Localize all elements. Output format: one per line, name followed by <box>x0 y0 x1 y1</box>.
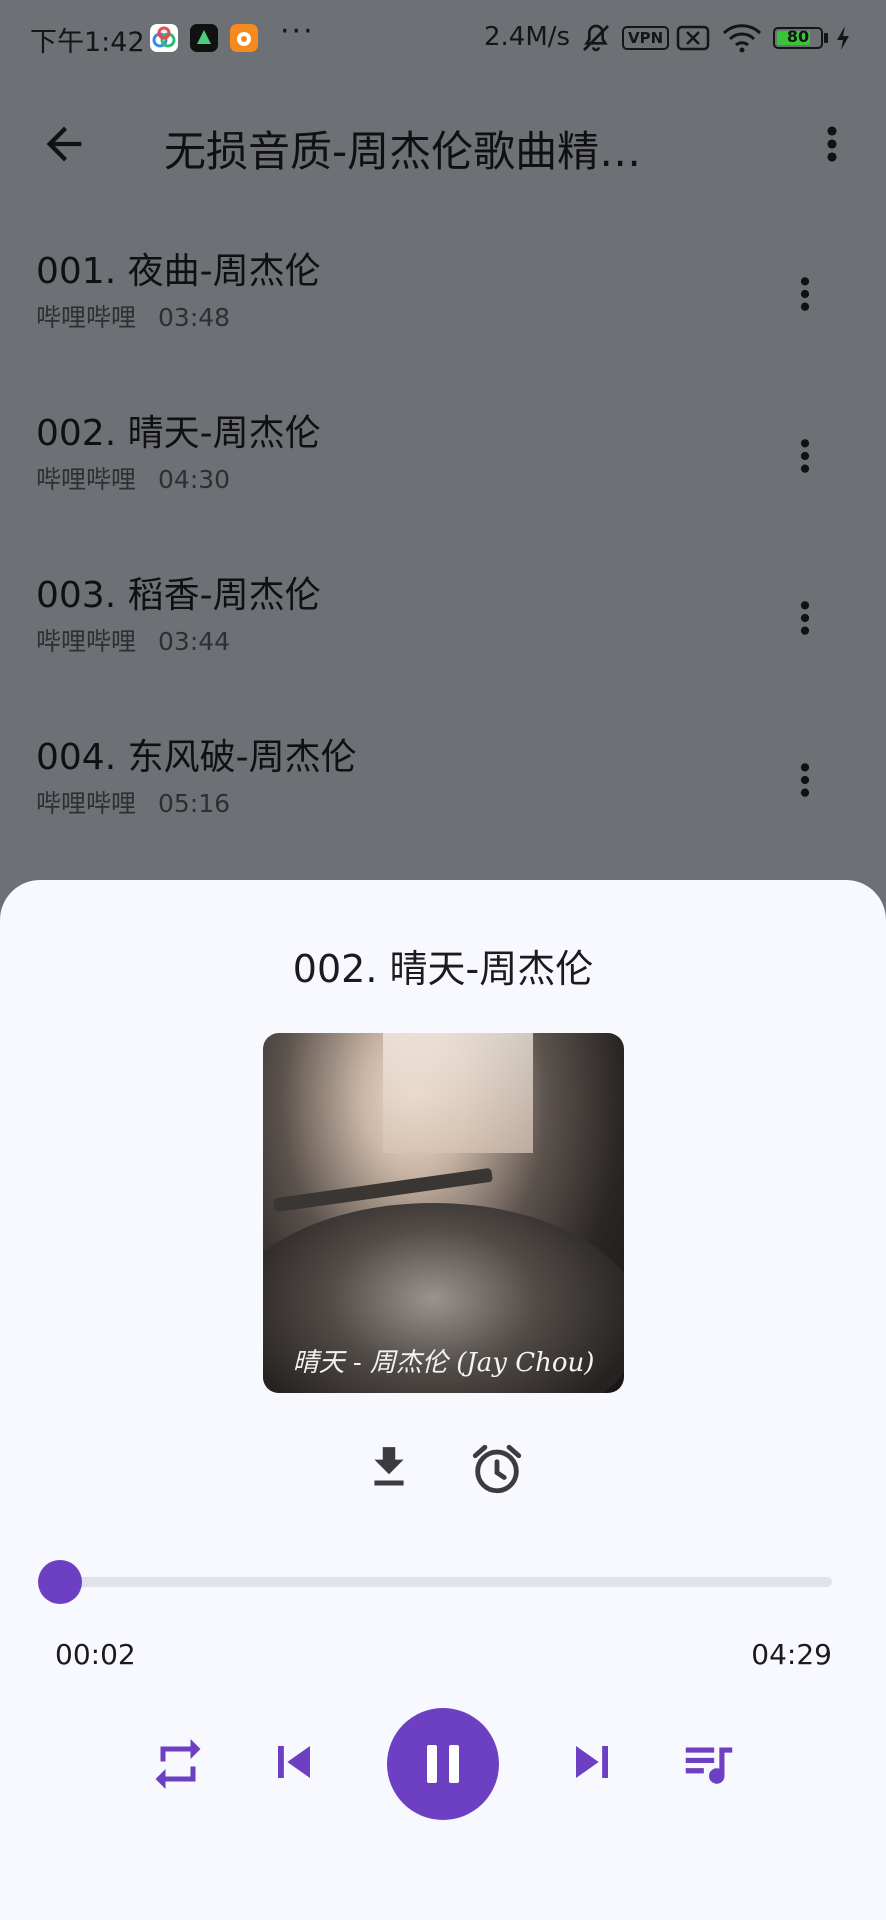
app-bar: 无损音质-周杰伦歌曲精… <box>0 100 886 190</box>
charging-icon <box>834 24 852 56</box>
cover-caption: 晴天 - 周杰伦 (Jay Chou) <box>292 1348 595 1378</box>
battery-level: 80 <box>786 27 810 46</box>
song-row[interactable]: 002. 晴天-周杰伦 哔哩哔哩 04:30 <box>0 392 886 542</box>
playlist-icon <box>685 1747 733 1784</box>
pause-icon <box>427 1745 459 1783</box>
song-row[interactable]: 003. 稻香-周杰伦 哔哩哔哩 03:44 <box>0 554 886 704</box>
page-title: 无损音质-周杰伦歌曲精… <box>164 127 642 176</box>
playlist-button[interactable] <box>678 1732 740 1798</box>
pause-button[interactable] <box>387 1708 499 1820</box>
vpn-icon: VPN <box>622 26 670 50</box>
app-icon-2 <box>190 24 218 52</box>
mute-bell-icon <box>580 22 612 58</box>
status-overflow: ··· <box>280 14 315 49</box>
song-title: 001. 夜曲-周杰伦 <box>36 251 321 292</box>
skip-next-icon <box>576 1746 608 1778</box>
app-icon-1 <box>150 24 178 52</box>
more-vert-icon <box>800 601 810 635</box>
song-more-button[interactable] <box>786 268 824 320</box>
net-speed: 2.4M/s <box>484 22 571 52</box>
more-vert-icon <box>800 277 810 311</box>
download-button[interactable] <box>364 1440 414 1500</box>
song-source: 哔哩哔哩 <box>36 465 137 494</box>
battery-icon: 80 <box>773 27 823 49</box>
download-icon <box>374 1447 404 1486</box>
status-bar: 下午1:42 ··· 2.4M/s VPN 80 <box>0 0 886 80</box>
song-meta: 哔哩哔哩 05:16 <box>36 784 252 820</box>
current-time: 00:02 <box>55 1638 136 1671</box>
song-title: 002. 晴天-周杰伦 <box>36 413 321 454</box>
song-meta: 哔哩哔哩 03:48 <box>36 298 252 334</box>
alarm-clock-icon <box>472 1444 522 1494</box>
back-button[interactable] <box>38 118 90 170</box>
song-source: 哔哩哔哩 <box>36 789 137 818</box>
more-vert-icon <box>827 126 837 162</box>
repeat-icon <box>155 1739 201 1789</box>
back-arrow-icon <box>46 126 82 162</box>
album-cover: 晴天 - 周杰伦 (Jay Chou) <box>263 1033 624 1393</box>
wifi-icon <box>722 22 762 58</box>
repeat-button[interactable] <box>148 1734 208 1798</box>
seek-thumb[interactable] <box>38 1560 82 1604</box>
song-duration: 03:48 <box>158 303 231 332</box>
song-duration: 04:30 <box>158 465 231 494</box>
song-duration: 03:44 <box>158 627 231 656</box>
status-time: 下午1:42 <box>30 27 145 58</box>
song-more-button[interactable] <box>786 592 824 644</box>
app-icon-3 <box>230 24 258 52</box>
song-title: 003. 稻香-周杰伦 <box>36 575 321 616</box>
more-vert-icon <box>800 763 810 797</box>
more-options-button[interactable] <box>812 118 852 170</box>
song-source: 哔哩哔哩 <box>36 627 137 656</box>
song-more-button[interactable] <box>786 430 824 482</box>
song-meta: 哔哩哔哩 03:44 <box>36 622 252 658</box>
battery-cap <box>824 33 828 43</box>
skip-previous-icon <box>278 1746 310 1778</box>
next-button[interactable] <box>560 1730 624 1798</box>
song-row[interactable]: 001. 夜曲-周杰伦 哔哩哔哩 03:48 <box>0 230 886 380</box>
no-sim-icon <box>676 22 710 58</box>
song-meta: 哔哩哔哩 04:30 <box>36 460 252 496</box>
sleep-timer-button[interactable] <box>468 1440 526 1502</box>
now-playing-title: 002. 晴天-周杰伦 <box>292 947 594 991</box>
song-row[interactable]: 004. 东风破-周杰伦 哔哩哔哩 05:16 <box>0 716 886 866</box>
song-source: 哔哩哔哩 <box>36 303 137 332</box>
total-time: 04:29 <box>751 1638 832 1671</box>
more-vert-icon <box>800 439 810 473</box>
cover-window <box>383 1033 533 1153</box>
player-sheet: 002. 晴天-周杰伦 晴天 - 周杰伦 (Jay Chou) 00:02 04… <box>0 880 886 1920</box>
song-more-button[interactable] <box>786 754 824 806</box>
previous-button[interactable] <box>262 1730 326 1798</box>
song-title: 004. 东风破-周杰伦 <box>36 737 357 778</box>
song-duration: 05:16 <box>158 789 231 818</box>
seek-bar[interactable] <box>58 1577 832 1587</box>
